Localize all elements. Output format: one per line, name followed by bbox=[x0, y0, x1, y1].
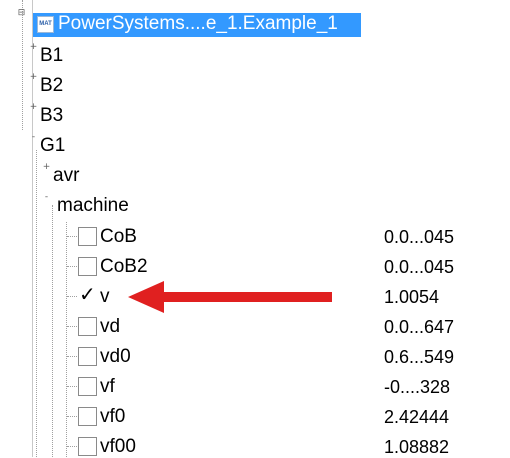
variable-checkbox[interactable] bbox=[78, 227, 97, 246]
collapse-icon[interactable]: ⊟ bbox=[17, 9, 26, 18]
variable-value: 1.08882 bbox=[384, 437, 450, 457]
root-node-label[interactable]: PowerSystems....e_1.Example_1 bbox=[58, 13, 338, 35]
variable-value: 0.0...045 bbox=[384, 227, 455, 247]
tree-guide-line bbox=[67, 416, 77, 417]
variable-browser-tree: ⊟ MAT PowerSystems....e_1.Example_1 + B1… bbox=[0, 0, 510, 457]
variable-checkbox[interactable] bbox=[78, 347, 97, 366]
tree-node-b1[interactable]: B1 bbox=[40, 45, 63, 67]
variable-label[interactable]: vf00 bbox=[100, 436, 136, 458]
tree-guide-line bbox=[22, 0, 23, 130]
tree-guide-line bbox=[67, 446, 77, 447]
tree-left-border bbox=[32, 0, 33, 457]
tree-guide-line bbox=[67, 236, 77, 237]
variable-label[interactable]: CoB bbox=[100, 226, 137, 248]
variable-checkbox[interactable] bbox=[78, 257, 97, 276]
variable-checkbox[interactable] bbox=[78, 377, 97, 396]
variable-value: 0.6...549 bbox=[384, 347, 455, 367]
tree-guide-line bbox=[36, 150, 37, 457]
expand-icon[interactable]: + bbox=[29, 43, 38, 52]
variable-label[interactable]: CoB2 bbox=[100, 256, 148, 278]
variable-value: 2.42444 bbox=[384, 407, 450, 427]
collapse-icon[interactable]: - bbox=[29, 133, 38, 142]
tree-node-b3[interactable]: B3 bbox=[40, 105, 63, 127]
checkmark-icon: ✓ bbox=[79, 282, 96, 306]
variable-label[interactable]: v bbox=[100, 286, 110, 308]
tree-node-g1[interactable]: G1 bbox=[40, 135, 65, 157]
variable-label[interactable]: vf bbox=[100, 376, 115, 398]
tree-guide-line bbox=[66, 222, 67, 457]
tree-guide-line bbox=[67, 326, 77, 327]
variable-value: -0....328 bbox=[384, 377, 451, 397]
variable-checkbox[interactable]: ✓ bbox=[78, 283, 97, 306]
red-arrow-annotation bbox=[128, 281, 332, 313]
tree-guide-line bbox=[67, 356, 77, 357]
expand-icon[interactable]: + bbox=[29, 73, 38, 82]
tree-node-machine[interactable]: machine bbox=[57, 195, 129, 217]
tree-guide-line bbox=[67, 266, 77, 267]
variable-label[interactable]: vd0 bbox=[100, 346, 131, 368]
variable-label[interactable]: vf0 bbox=[100, 406, 125, 428]
mat-file-icon: MAT bbox=[37, 16, 54, 33]
tree-guide-line bbox=[67, 386, 77, 387]
variable-value: 1.0054 bbox=[384, 287, 440, 307]
expand-icon[interactable]: + bbox=[42, 163, 51, 172]
expand-icon[interactable]: + bbox=[29, 103, 38, 112]
tree-guide-line bbox=[67, 296, 77, 297]
variable-value: 0.0...045 bbox=[384, 257, 455, 277]
variable-checkbox[interactable] bbox=[78, 437, 97, 456]
variable-checkbox[interactable] bbox=[78, 407, 97, 426]
variable-checkbox[interactable] bbox=[78, 317, 97, 336]
tree-node-avr[interactable]: avr bbox=[53, 165, 79, 187]
tree-guide-line bbox=[52, 205, 53, 457]
variable-label[interactable]: vd bbox=[100, 316, 120, 338]
tree-node-b2[interactable]: B2 bbox=[40, 75, 63, 97]
collapse-icon[interactable]: - bbox=[42, 193, 51, 202]
variable-value: 0.0...647 bbox=[384, 317, 455, 337]
